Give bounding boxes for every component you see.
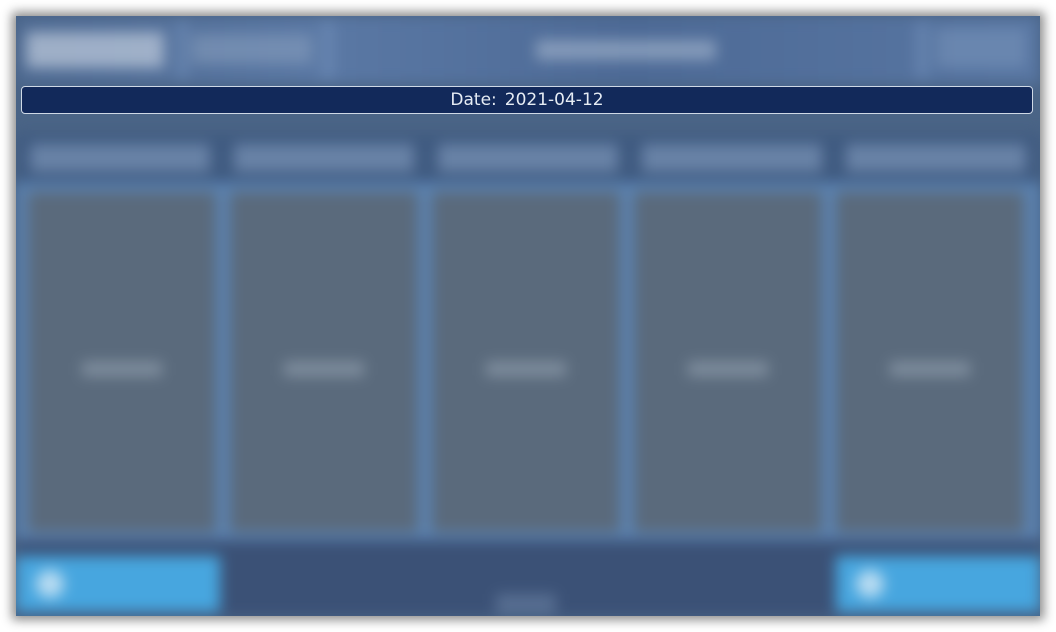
day-header — [846, 144, 1026, 172]
day-column — [634, 192, 822, 532]
date-label: Date: — [450, 90, 497, 110]
previous-button-blurred — [16, 556, 220, 612]
top-bar — [16, 16, 1040, 84]
top-bar-divider — [176, 22, 188, 78]
day-header — [642, 144, 822, 172]
button-icon — [36, 570, 64, 598]
top-bar-status-blurred — [936, 28, 1026, 68]
app-subtitle-blurred — [192, 34, 312, 64]
date-banner: Date: 2021-04-12 — [21, 86, 1033, 114]
day-header-row — [16, 134, 1040, 182]
top-bar-divider — [916, 22, 928, 78]
app-logo — [26, 32, 164, 68]
top-bar-divider — [322, 22, 334, 78]
day-column — [836, 192, 1024, 532]
day-column-label-blurred — [688, 362, 768, 376]
day-header — [30, 144, 210, 172]
day-column-label-blurred — [284, 362, 364, 376]
day-column-label-blurred — [890, 362, 970, 376]
top-bar-title-blurred — [536, 40, 716, 60]
bottom-indicator-blurred — [496, 594, 556, 614]
day-header — [438, 144, 618, 172]
bottom-bar — [16, 540, 1040, 616]
day-column-label-blurred — [82, 362, 162, 376]
date-value: 2021-04-12 — [504, 90, 604, 110]
day-columns — [16, 182, 1040, 540]
day-column — [432, 192, 620, 532]
day-column-label-blurred — [486, 362, 566, 376]
next-button-blurred — [836, 556, 1040, 612]
day-column — [230, 192, 418, 532]
day-column — [28, 192, 216, 532]
button-icon — [856, 570, 884, 598]
app-window: Date: 2021-04-12 — [16, 16, 1040, 616]
day-header — [234, 144, 414, 172]
